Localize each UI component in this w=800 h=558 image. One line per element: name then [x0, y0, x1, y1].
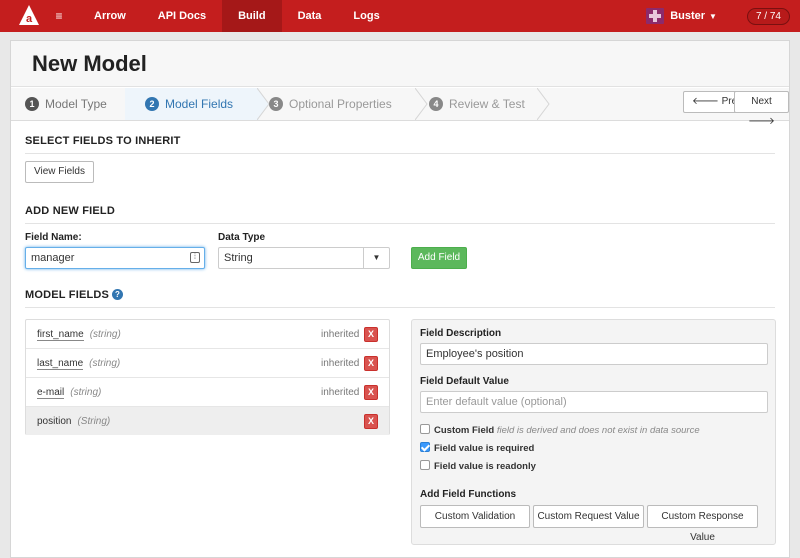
divider — [25, 223, 775, 224]
field-type: (String) — [77, 416, 111, 427]
main-panel: New Model 1 Model Type 2 Model Fields 3 Opt… — [10, 40, 790, 558]
step-optional-properties[interactable]: 3 Optional Properties — [269, 88, 419, 120]
model-fields-heading: MODEL FIELDS? — [25, 289, 124, 301]
data-type-value: String — [224, 252, 253, 264]
field-type: (string) — [89, 329, 121, 340]
nav-api-docs[interactable]: API Docs — [142, 0, 222, 32]
data-type-select[interactable]: String ▼ — [218, 247, 390, 269]
step-separator-icon — [537, 88, 550, 120]
field-default-label: Field Default Value — [420, 376, 509, 387]
readonly-checkbox[interactable] — [420, 460, 430, 470]
custom-field-label: Custom Field — [434, 425, 495, 436]
custom-validation-button[interactable]: Custom Validation — [420, 505, 530, 528]
nav-logs[interactable]: Logs — [337, 0, 395, 32]
user-name[interactable]: Buster — [670, 10, 705, 22]
required-checkbox[interactable] — [420, 442, 430, 452]
field-row-email[interactable]: e-mail (string) inherited X — [26, 378, 389, 407]
data-type-label: Data Type — [218, 232, 266, 243]
required-label: Field value is required — [434, 443, 535, 454]
nav-data[interactable]: Data — [282, 0, 338, 32]
next-button-body[interactable]: Next 🡒 — [734, 91, 789, 127]
keyboard-icon: ⁞ — [190, 252, 200, 263]
field-name-text: first_name — [37, 329, 84, 341]
step-separator-icon — [415, 88, 428, 120]
field-name-text: e-mail — [37, 387, 65, 399]
step-model-type[interactable]: 1 Model Type — [11, 88, 129, 120]
field-name-input[interactable]: manager ⁞ — [25, 247, 205, 269]
view-fields-button[interactable]: View Fields — [25, 161, 94, 183]
inherited-label: inherited — [321, 358, 360, 369]
custom-field-checkbox[interactable] — [420, 424, 430, 434]
appcelerator-logo-icon[interactable]: a — [18, 4, 48, 28]
step-number: 4 — [429, 97, 443, 111]
avatar[interactable] — [646, 8, 665, 24]
delete-field-button[interactable]: X — [364, 356, 378, 371]
custom-response-value-button[interactable]: Custom Response Value — [647, 505, 758, 543]
field-name-value: manager — [31, 252, 75, 264]
delete-field-button[interactable]: X — [364, 327, 378, 342]
divider — [25, 153, 775, 154]
readonly-option[interactable]: Field value is readonly — [420, 460, 536, 472]
inherited-label: inherited — [321, 329, 360, 340]
step-number: 2 — [145, 97, 159, 111]
step-label: Review & Test — [449, 97, 525, 111]
field-type: (string) — [89, 358, 121, 369]
field-name: position (String) — [37, 416, 110, 427]
chevron-down-icon[interactable]: ▼ — [363, 248, 389, 268]
next-button[interactable]: Next 🡒 — [734, 91, 789, 127]
readonly-label: Field value is readonly — [434, 461, 536, 472]
next-label: Next — [751, 96, 772, 107]
field-name: last_name (string) — [37, 358, 121, 370]
field-description-input[interactable]: Employee's position — [420, 343, 768, 365]
step-number: 3 — [269, 97, 283, 111]
page-title: New Model — [32, 51, 147, 76]
delete-field-button[interactable]: X — [364, 414, 378, 429]
step-review-test[interactable]: 4 Review & Test — [429, 88, 539, 120]
top-nav: a ≡ Arrow API Docs Build Data Logs Buste… — [0, 0, 800, 32]
field-row-first-name[interactable]: first_name (string) inherited X — [26, 320, 389, 349]
step-label: Optional Properties — [289, 97, 392, 111]
nav-arrow[interactable]: Arrow — [78, 0, 142, 32]
arrow-left-icon: 🡐 — [692, 96, 719, 107]
divider — [25, 307, 775, 308]
custom-field-note: field is derived and does not exist in d… — [496, 425, 700, 436]
field-name-text: last_name — [37, 358, 84, 370]
menu-icon[interactable]: ≡ — [52, 9, 66, 23]
field-name-text: position — [37, 416, 72, 427]
model-fields-list: first_name (string) inherited X last_name… — [25, 319, 390, 435]
inherited-label: inherited — [321, 387, 360, 398]
chevron-down-icon[interactable]: ▼ — [709, 12, 717, 21]
step-label: Model Fields — [165, 97, 234, 111]
user-area: Buster ▼ 7 / 74 — [646, 0, 800, 32]
field-default-input[interactable]: Enter default value (optional) — [420, 391, 768, 413]
add-field-heading: ADD NEW FIELD — [25, 205, 115, 217]
field-type: (string) — [70, 387, 102, 398]
nav-build[interactable]: Build — [222, 0, 282, 32]
custom-field-option[interactable]: Custom Field field is derived and does n… — [420, 424, 700, 436]
step-model-fields[interactable]: 2 Model Fields — [125, 88, 259, 120]
required-option[interactable]: Field value is required — [420, 442, 534, 454]
field-name-label: Field Name: — [25, 232, 82, 243]
help-icon[interactable]: ? — [112, 289, 124, 300]
custom-request-value-button[interactable]: Custom Request Value — [533, 505, 644, 528]
field-functions-label: Add Field Functions — [420, 489, 517, 500]
field-description-label: Field Description — [420, 328, 502, 339]
step-label: Model Type — [45, 97, 107, 111]
notification-counter[interactable]: 7 / 74 — [746, 7, 790, 25]
arrow-right-icon: 🡒 — [748, 116, 775, 127]
field-name: e-mail (string) — [37, 387, 102, 399]
inherit-heading: SELECT FIELDS TO INHERIT — [25, 135, 181, 147]
field-row-last-name[interactable]: last_name (string) inherited X — [26, 349, 389, 378]
wizard-steps: 1 Model Type 2 Model Fields 3 Optional Prop… — [11, 88, 789, 121]
step-number: 1 — [25, 97, 39, 111]
field-name: first_name (string) — [37, 329, 121, 341]
svg-text:a: a — [26, 13, 33, 25]
field-row-position[interactable]: position (String) X — [26, 407, 389, 435]
delete-field-button[interactable]: X — [364, 385, 378, 400]
model-fields-heading-text: MODEL FIELDS — [25, 289, 110, 301]
add-field-button[interactable]: Add Field — [411, 247, 467, 269]
field-detail-panel: Field Description Employee's position Fi… — [411, 319, 776, 545]
